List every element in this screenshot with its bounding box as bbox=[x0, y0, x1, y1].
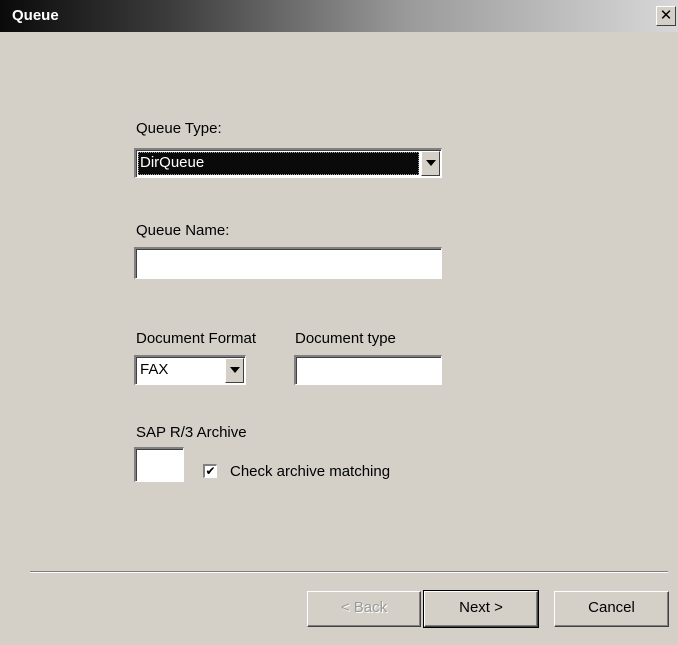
sap-archive-value bbox=[138, 451, 140, 479]
sap-archive-input[interactable] bbox=[134, 447, 184, 482]
queue-type-dropdown-button[interactable] bbox=[421, 151, 440, 176]
window-title: Queue bbox=[12, 7, 59, 24]
queue-type-select[interactable]: DirQueue bbox=[134, 148, 442, 178]
document-type-input[interactable] bbox=[294, 355, 442, 385]
cancel-button[interactable]: Cancel bbox=[554, 591, 669, 627]
document-type-label: Document type bbox=[295, 330, 396, 347]
queue-dialog: Queue ✕ Queue Type: DirQueue Queue Name:… bbox=[0, 0, 678, 645]
check-archive-checkbox[interactable]: ✔ bbox=[203, 464, 217, 478]
close-icon: ✕ bbox=[659, 7, 673, 24]
queue-name-label: Queue Name: bbox=[136, 222, 230, 239]
footer-divider bbox=[30, 571, 668, 573]
next-button[interactable]: Next > bbox=[423, 590, 539, 628]
queue-name-value bbox=[138, 251, 140, 276]
queue-type-label: Queue Type: bbox=[136, 120, 222, 137]
queue-name-input[interactable] bbox=[134, 247, 442, 279]
document-format-label: Document Format bbox=[136, 330, 257, 347]
close-button[interactable]: ✕ bbox=[656, 6, 676, 26]
chevron-down-icon bbox=[230, 367, 240, 373]
back-button[interactable]: < Back bbox=[307, 591, 421, 627]
queue-type-value: DirQueue bbox=[138, 152, 419, 175]
chevron-down-icon bbox=[426, 160, 436, 166]
document-format-select[interactable]: FAX bbox=[134, 355, 246, 385]
document-type-value bbox=[298, 359, 300, 382]
document-format-dropdown-button[interactable] bbox=[225, 358, 244, 383]
sap-archive-label: SAP R/3 Archive bbox=[136, 424, 247, 441]
checkmark-icon: ✔ bbox=[205, 464, 216, 478]
document-format-value: FAX bbox=[140, 361, 169, 378]
check-archive-label[interactable]: Check archive matching bbox=[230, 463, 390, 480]
title-bar: Queue ✕ bbox=[0, 0, 678, 32]
